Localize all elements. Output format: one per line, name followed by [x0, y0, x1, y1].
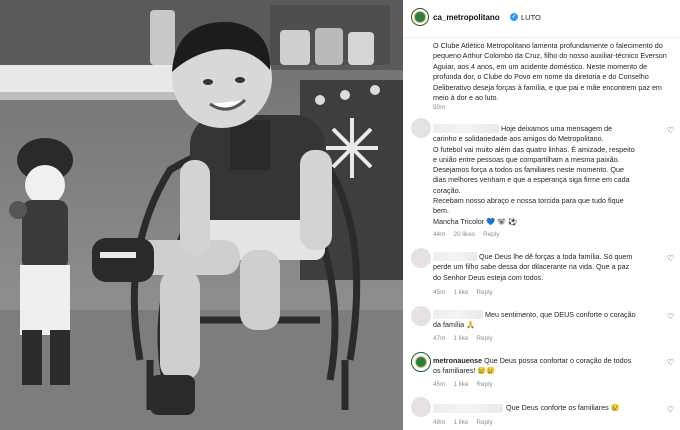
comment-1-text: Hoje deixamos uma mensagem de carinho e …: [433, 124, 635, 226]
club-crest-icon[interactable]: [411, 352, 431, 372]
comment-4-meta: 45m 1 like Reply: [433, 381, 501, 388]
comment-4-text: metronauense Que Deus possa confortar o …: [433, 356, 632, 376]
reply-button[interactable]: Reply: [476, 419, 492, 426]
comment-time: 48m: [433, 419, 446, 426]
commenter-avatar[interactable]: [411, 118, 431, 138]
comment-likes[interactable]: 1 like: [453, 289, 468, 296]
comment-time: 47m: [433, 335, 446, 342]
like-heart-icon[interactable]: ♡: [667, 312, 674, 321]
comment-likes[interactable]: 1 like: [453, 335, 468, 342]
commenter-username[interactable]: metronauense: [433, 356, 482, 365]
commenter-avatar[interactable]: [411, 248, 431, 268]
like-heart-icon[interactable]: ♡: [667, 358, 674, 367]
reply-button[interactable]: Reply: [476, 289, 492, 296]
reply-button[interactable]: Reply: [483, 231, 499, 238]
comments-panel: ca_metropolitano ✓ LUTO O Clube Atlético…: [403, 0, 680, 430]
reply-button[interactable]: Reply: [476, 335, 492, 342]
commenter-avatar[interactable]: [411, 397, 431, 417]
header-divider: [403, 37, 680, 38]
commenter-avatar[interactable]: [411, 306, 431, 326]
comment-2-text: Que Deus lhe dê forças a toda família. S…: [433, 252, 633, 282]
comment-1-meta: 44m 20 likes Reply: [433, 231, 507, 238]
photo-illustration: [0, 0, 403, 430]
club-crest-icon[interactable]: [411, 8, 429, 26]
comment-likes[interactable]: 20 likes: [453, 231, 475, 238]
post-photo[interactable]: [0, 0, 403, 430]
comment-5-meta: 48m 1 like Reply: [433, 419, 501, 426]
comment-time: 44m: [433, 231, 446, 238]
verified-badge-icon: ✓: [510, 13, 518, 21]
comment-time: 45m: [433, 381, 446, 388]
comment-time: 45m: [433, 289, 446, 296]
post-tag[interactable]: LUTO: [521, 13, 541, 22]
post-caption: O Clube Atlético Metropolitano lamenta p…: [433, 41, 667, 103]
comment-3-text: Meu sentimento, que DEUS conforte o cora…: [433, 310, 636, 330]
comment-likes[interactable]: 1 like: [453, 381, 468, 388]
comment-3-meta: 47m 1 like Reply: [433, 335, 501, 342]
like-heart-icon[interactable]: ♡: [667, 254, 674, 263]
comment-2-meta: 45m 1 like Reply: [433, 289, 501, 296]
like-heart-icon[interactable]: ♡: [667, 126, 674, 135]
post-username[interactable]: ca_metropolitano: [433, 13, 500, 22]
caption-time: 50m: [433, 104, 446, 111]
reply-button[interactable]: Reply: [476, 381, 492, 388]
comment-5-text: Que Deus conforte os familiares 😢: [506, 403, 620, 412]
comment-likes[interactable]: 1 like: [453, 419, 468, 426]
like-heart-icon[interactable]: ♡: [667, 405, 674, 414]
